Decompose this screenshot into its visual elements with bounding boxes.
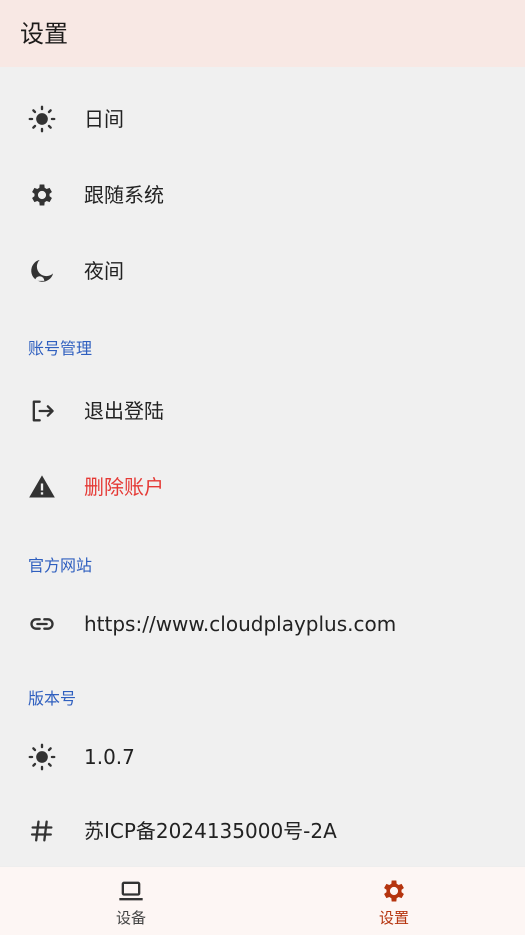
logout-icon — [28, 397, 56, 425]
icp-item: 苏ICP备2024135000号-2A — [0, 793, 525, 869]
website-url: https://www.cloudplayplus.com — [84, 612, 397, 636]
hash-icon — [28, 817, 56, 845]
gear-icon — [380, 877, 408, 905]
logout-item[interactable]: 退出登陆 — [0, 373, 525, 449]
icp-number: 苏ICP备2024135000号-2A — [84, 819, 337, 843]
sun-icon — [28, 105, 56, 133]
settings-screen: 设置 日间 跟随系统 夜间 账号管理 退出登陆 删除账户 官方网站 https:… — [0, 0, 525, 935]
app-bar: 设置 — [0, 0, 525, 67]
delete-account-label: 删除账户 — [84, 475, 164, 499]
logout-label: 退出登陆 — [84, 399, 164, 423]
website-link-item[interactable]: https://www.cloudplayplus.com — [0, 586, 525, 662]
theme-option-day[interactable]: 日间 — [0, 81, 525, 157]
laptop-icon — [117, 877, 145, 905]
bottom-navigation: 设备 设置 — [0, 866, 525, 935]
nav-tab-settings-label: 设置 — [378, 909, 409, 927]
link-icon — [28, 610, 56, 638]
page-title: 设置 — [20, 20, 68, 48]
gear-icon — [28, 181, 56, 209]
theme-option-day-label: 日间 — [84, 107, 124, 131]
nav-tab-devices[interactable]: 设备 — [0, 867, 262, 935]
section-header-website: 官方网站 — [28, 556, 93, 575]
moon-icon — [28, 257, 56, 285]
theme-option-night-label: 夜间 — [84, 259, 124, 283]
version-item: 1.0.7 — [0, 719, 525, 795]
section-header-account: 账号管理 — [28, 339, 93, 358]
delete-account-item[interactable]: 删除账户 — [0, 449, 525, 525]
theme-option-system-label: 跟随系统 — [84, 183, 164, 207]
version-number: 1.0.7 — [84, 745, 135, 769]
sun-icon — [28, 743, 56, 771]
nav-tab-settings[interactable]: 设置 — [263, 867, 525, 935]
theme-option-night[interactable]: 夜间 — [0, 233, 525, 309]
theme-option-system[interactable]: 跟随系统 — [0, 157, 525, 233]
nav-tab-devices-label: 设备 — [115, 909, 146, 927]
warning-icon — [28, 473, 56, 501]
section-header-version: 版本号 — [28, 689, 77, 708]
